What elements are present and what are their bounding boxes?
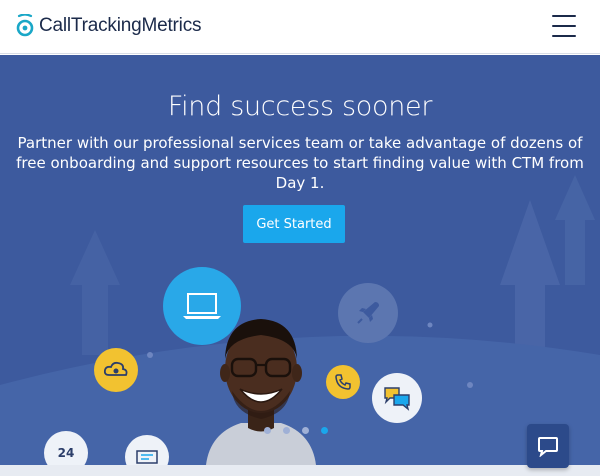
brand-name: CallTrackingMetrics bbox=[39, 15, 202, 36]
chat-widget-icon bbox=[538, 437, 558, 457]
chat-bubbles-icon bbox=[384, 387, 410, 411]
carousel-dot[interactable] bbox=[302, 427, 309, 434]
ctm-logo-icon bbox=[16, 14, 34, 37]
cloud-location-icon bbox=[103, 361, 128, 376]
rocket-icon bbox=[357, 302, 379, 324]
page-bottom-strip bbox=[0, 465, 600, 476]
rocket-badge bbox=[338, 283, 398, 343]
carousel-dots bbox=[264, 427, 328, 434]
ticket-icon bbox=[136, 450, 158, 464]
hero-description: Partner with our professional services t… bbox=[16, 134, 584, 192]
phone-badge bbox=[326, 365, 360, 399]
hero-title: Find success sooner bbox=[167, 91, 433, 122]
cloud-location-badge bbox=[94, 348, 138, 392]
chat-widget-button[interactable] bbox=[527, 424, 569, 468]
get-started-button[interactable]: Get Started bbox=[243, 205, 345, 243]
chat-badge bbox=[372, 373, 422, 423]
carousel-dot-active[interactable] bbox=[321, 427, 328, 434]
phone-icon bbox=[335, 374, 351, 390]
carousel-dot[interactable] bbox=[283, 427, 290, 434]
carousel-dot[interactable] bbox=[264, 427, 271, 434]
hamburger-menu-icon[interactable] bbox=[552, 15, 576, 37]
smiling-man-photo bbox=[206, 319, 316, 465]
support-24-7-icon: 24 bbox=[57, 446, 75, 460]
brand-logo[interactable]: CallTrackingMetrics bbox=[16, 14, 202, 38]
site-header: CallTrackingMetrics bbox=[0, 0, 600, 54]
hero-section: Find success sooner Partner with our pro… bbox=[0, 55, 600, 465]
